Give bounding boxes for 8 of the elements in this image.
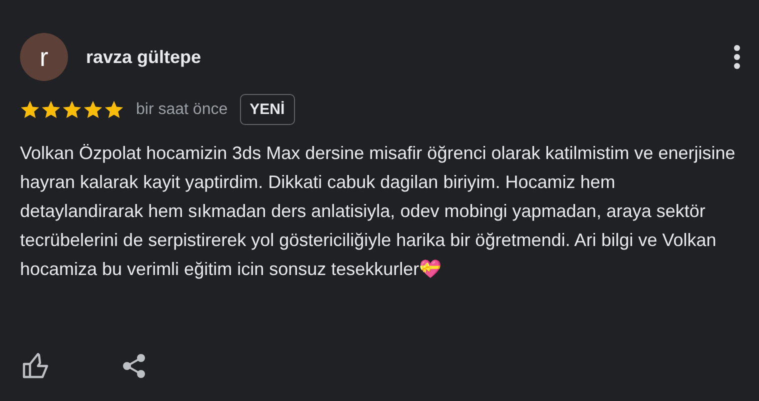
review-text: Volkan Özpolat hocamizin 3ds Max dersine misafir öğrenci olarak katilmistim ve enerjisine hayran kalarak kayit yaptirdim. Dikkati cabuk dagilan biriyim. Hocamiz hem detaylandirarak hem sıkmadan ders anlatisiyla, odev mobingi yapmadan, araya sektör tecrübelerini de serpistirerek yol göstericiliğiyle harika bir öğretmendi. Ari bilgi ve Volkan hocamiza bu verimli eğitim icin sonsuz tesekkurler💝 (20, 142, 736, 281)
review-time: bir saat önce (136, 100, 228, 118)
share-icon[interactable] (122, 353, 146, 379)
more-options-icon[interactable] (733, 44, 741, 70)
thumbs-up-icon[interactable] (22, 353, 50, 379)
author-name: ravza gültepe (86, 46, 202, 68)
new-badge: YENİ (240, 94, 295, 125)
avatar: r (20, 33, 68, 81)
